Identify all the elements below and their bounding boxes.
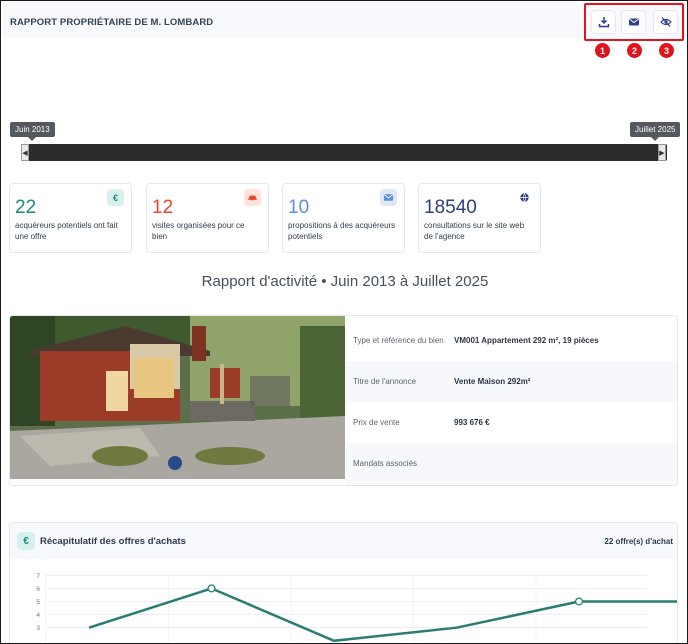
offers-chart: 3 4 5 6 7 <box>36 573 677 643</box>
stat-value: 18540 <box>424 197 477 218</box>
annotation-badge-1: 1 <box>595 43 610 58</box>
chart-point[interactable] <box>207 584 216 593</box>
report-page: RAPPORT PROPRIÉTAIRE DE M. LOMBARD 1 2 3… <box>0 0 688 644</box>
stat-card-web-views: 18540 consultations sur le site web de l… <box>418 183 541 253</box>
property-row-price: Prix de vente 993 676 € <box>346 402 677 443</box>
report-title: Rapport d'activité • Juin 2013 à Juillet… <box>201 273 489 290</box>
stat-label: consultations sur le site web de l'agenc… <box>424 221 525 241</box>
stat-label: propositions à des acquéreurs potentiels <box>288 221 396 241</box>
property-value: 993 676 € <box>454 418 490 427</box>
chart-y-tick-label: 6 <box>36 586 40 593</box>
chart-y-tick-label: 3 <box>36 625 40 632</box>
stat-card-visits: 12 visites organisées pour ce bien <box>146 183 269 253</box>
chart-point[interactable] <box>574 597 584 606</box>
chart-y-tick-label: 5 <box>36 599 40 606</box>
stat-card-proposals: 10 propositions à des acquéreurs potenti… <box>282 183 405 253</box>
stat-label: acquéreurs potentiels ont fait une offre <box>15 221 118 241</box>
timeline-slider-track[interactable] <box>21 144 667 161</box>
offers-count: 22 offre(s) d'achat <box>604 537 673 546</box>
globe-icon <box>516 189 533 206</box>
hide-button[interactable] <box>653 10 678 34</box>
property-key: Titre de l'annonce <box>353 377 417 386</box>
stat-value: 12 <box>152 197 174 218</box>
chart-y-tick-label: 7 <box>36 573 40 580</box>
property-row-title: Titre de l'annonce Vente Maison 292m² <box>346 361 677 402</box>
download-icon <box>598 17 609 28</box>
offers-summary-card: € Récapitulatif des offres d'achats 22 o… <box>9 522 678 643</box>
property-key: Prix de vente <box>353 418 400 427</box>
eye-slash-icon <box>659 17 672 27</box>
timeline-start-handle[interactable]: ◀ <box>21 144 29 161</box>
annotation-badge-3: 3 <box>659 43 674 58</box>
property-key: Type et référence du bien <box>353 336 444 345</box>
property-value: Vente Maison 292m² <box>454 377 531 386</box>
car-icon <box>244 189 261 206</box>
property-value: VM001 Appartement 292 m², 19 pièces <box>454 336 599 345</box>
timeline-end-handle[interactable]: ▶ <box>658 144 666 161</box>
email-button[interactable] <box>621 10 646 34</box>
property-row-mandates: Mandats associés <box>346 443 677 484</box>
stat-value: 22 <box>15 197 37 218</box>
envelope-icon <box>380 189 397 206</box>
annotation-badge-2: 2 <box>627 43 642 58</box>
timeline-start-label: Juin 2013 <box>10 122 55 141</box>
stat-label: visites organisées pour ce bien <box>152 221 245 241</box>
property-photo <box>10 316 345 479</box>
offers-header: € Récapitulatif des offres d'achats 22 o… <box>10 523 677 559</box>
page-title: RAPPORT PROPRIÉTAIRE DE M. LOMBARD <box>10 17 214 28</box>
timeline-end-label: Juillet 2025 <box>630 122 681 141</box>
euro-icon: € <box>17 532 35 550</box>
download-button[interactable] <box>591 10 616 34</box>
chart-y-tick-label: 4 <box>36 612 40 619</box>
stat-value: 10 <box>288 197 310 218</box>
offers-title: Récapitulatif des offres d'achats <box>40 536 186 547</box>
euro-icon: € <box>107 189 124 206</box>
property-row-type: Type et référence du bien VM001 Appartem… <box>346 320 677 361</box>
envelope-icon <box>628 18 639 26</box>
stat-card-offers: 22 acquéreurs potentiels ont fait une of… <box>9 183 132 253</box>
property-card: Type et référence du bien VM001 Appartem… <box>9 315 678 486</box>
property-key: Mandats associés <box>353 459 418 468</box>
